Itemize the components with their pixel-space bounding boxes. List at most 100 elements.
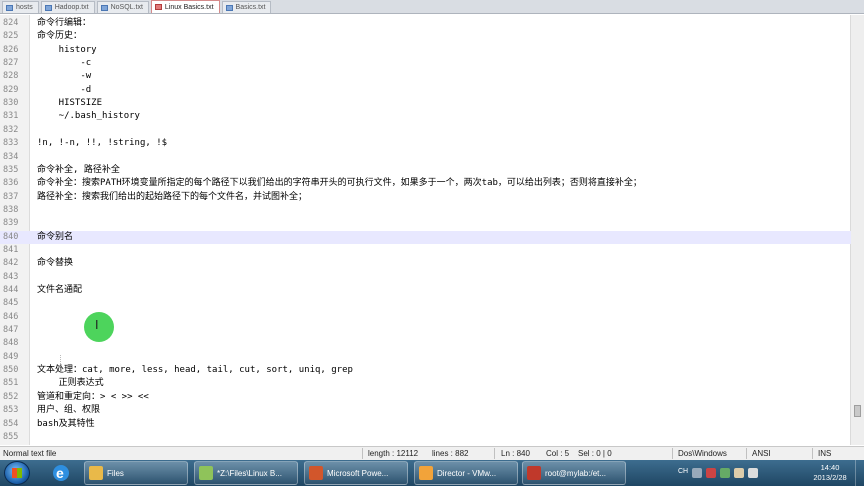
line-number: 825 [3,31,19,42]
taskbar-button-label: Director - VMw... [437,469,497,478]
taskbar-button[interactable]: Director - VMw... [414,461,518,485]
taskbar-button[interactable]: Microsoft Powe... [304,461,408,485]
system-tray: CH [678,463,759,483]
line-text: 用户、组、权限 [37,405,101,416]
status-length: length : 12112 [368,449,419,458]
editor-line[interactable]: 826 history [0,44,851,57]
tab-label: Hadoop.txt [54,4,89,11]
editor-line[interactable]: 848 [0,337,851,350]
text-editor[interactable]: 824 命令行编辑： 825 命令历史： 826 history 827 -c 828 -w… [0,15,864,445]
editor-line[interactable]: 853 用户、组、权限 [0,404,851,417]
editor-line[interactable]: 846 [0,311,851,324]
editor-line[interactable]: 838 [0,204,851,217]
editor-line[interactable]: 834 [0,151,851,164]
editor-line[interactable]: 824 命令行编辑： [0,17,851,30]
line-number: 845 [3,298,19,309]
editor-line[interactable]: 852 管道和重定向：> < >> << [0,391,851,404]
line-number: 833 [3,138,19,149]
status-sel: Sel : 0 | 0 [578,449,612,458]
editor-line[interactable]: 825 命令历史： [0,30,851,43]
svg-text:e: e [56,465,64,481]
line-text: 文件名通配 [37,285,83,295]
status-ln: Ln : 840 [501,449,530,458]
folder-icon [89,466,103,480]
line-number: 824 [3,18,19,28]
clock[interactable]: 14:40 2013/2/28 [808,463,852,483]
ime-indicator[interactable]: CH [678,468,688,478]
line-number: 840 [3,231,19,242]
taskbar-button[interactable]: Files [84,461,188,485]
line-number: 846 [3,311,19,322]
editor-line[interactable]: 835 命令补全, 路径补全 [0,164,851,177]
tab-label: Linux Basics.txt [164,3,214,11]
notepadpp-icon [199,466,213,480]
tab-file[interactable]: NoSQL.txt [96,1,149,13]
editor-line[interactable]: 845 [0,297,851,310]
editor-line[interactable]: 855 [0,431,851,444]
editor-line[interactable]: 827 -c [0,57,851,70]
editor-line[interactable]: 833 !n, !-n, !!, !string, !$ [0,137,851,150]
flag-icon[interactable] [734,468,745,478]
editor-line[interactable]: 840 命令别名 [0,230,851,244]
editor-line[interactable]: 854 bash及其特性 [0,418,851,431]
editor-line[interactable]: 850 文本处理：cat, more, less, head, tail, cut… [0,364,851,377]
editor-line[interactable]: 830 HISTSIZE [0,97,851,110]
scrollbar-thumb[interactable] [854,405,861,417]
line-number: 854 [3,418,19,429]
editor-line[interactable]: 842 命令替换 [0,257,851,270]
status-divider [494,448,495,459]
editor-line[interactable]: 829 -d [0,84,851,97]
editor-line[interactable]: 851 正则表达式 [0,377,851,390]
line-number: 834 [3,151,19,162]
app-tray-icon[interactable] [706,468,717,478]
line-text: -d [37,84,92,95]
line-number: 841 [3,244,19,255]
taskbar: e Files *Z:\Files\Linux B... Microsoft Pow… [0,460,864,486]
status-divider [672,448,673,459]
editor-line[interactable]: 844 文件名通配 [0,284,851,297]
tab-file[interactable]: Hadoop.txt [40,1,95,13]
taskbar-button-label: Microsoft Powe... [327,469,389,478]
line-number: 831 [3,111,19,122]
editor-line[interactable]: 849 [0,351,851,364]
file-icon [6,4,13,11]
editor-line[interactable]: 839 [0,217,851,230]
line-number: 830 [3,98,19,109]
line-number: 836 [3,178,19,189]
volume-icon[interactable] [748,468,759,478]
line-text: history [37,44,97,55]
clock-time: 14:40 [820,463,840,472]
tab-file[interactable]: Basics.txt [221,1,272,13]
line-text: 命令补全：搜索PATH环境变量所指定的每个路径下以我们给出的字符串开头的可执行文… [37,178,642,189]
editor-line[interactable]: 832 [0,124,851,137]
line-text: HISTSIZE [37,98,103,109]
line-text: 命令替换 [37,258,74,269]
editor-line[interactable]: 837 路径补全：搜索我们给出的起始路径下的每个文件名，并试图补全； [0,191,851,204]
taskbar-button-label: Files [107,469,124,478]
help-icon[interactable] [692,468,703,478]
tab-file[interactable]: Linux Basics.txt [150,0,220,13]
vertical-scrollbar[interactable] [850,15,864,445]
editor-line[interactable]: 843 [0,271,851,284]
line-number: 848 [3,338,19,349]
line-text: 命令历史： [37,31,83,42]
line-number: 829 [3,84,19,95]
ie-icon[interactable]: e [50,462,72,484]
editor-line[interactable]: 841 [0,244,851,257]
taskbar-button[interactable]: root@mylab:/et... [522,461,626,485]
network-icon[interactable] [720,468,731,478]
line-number: 837 [3,191,19,202]
editor-line[interactable]: 831 ~/.bash_history [0,110,851,123]
line-text: 命令别名 [37,231,74,242]
editor-line[interactable]: 836 命令补全：搜索PATH环境变量所指定的每个路径下以我们给出的字符串开头的可… [0,177,851,190]
tab-file[interactable]: hosts [2,1,39,13]
show-desktop-button[interactable] [855,460,864,486]
line-number: 855 [3,431,19,442]
line-number: 847 [3,325,19,336]
taskbar-button[interactable]: *Z:\Files\Linux B... [194,461,298,485]
editor-line[interactable]: 828 -w [0,70,851,83]
line-number: 838 [3,204,19,215]
taskbar-button-label: *Z:\Files\Linux B... [217,469,282,478]
editor-line[interactable]: 847 [0,324,851,337]
start-button[interactable] [4,461,30,485]
